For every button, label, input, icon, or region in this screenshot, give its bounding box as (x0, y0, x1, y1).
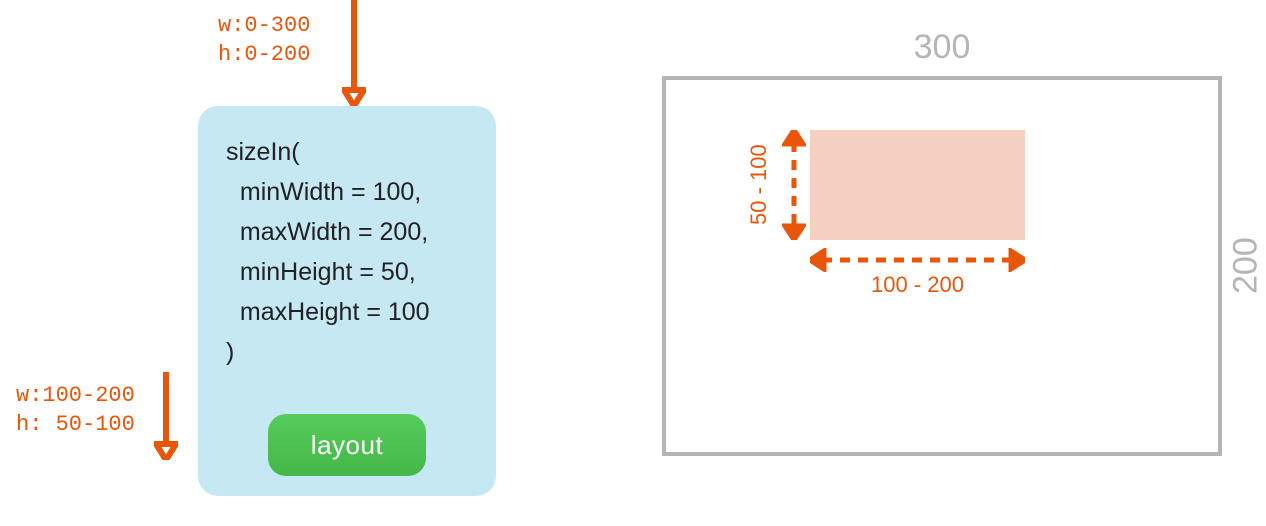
outer-box-width-label: 300 (662, 28, 1222, 67)
layout-button-label: layout (311, 430, 383, 461)
arrow-down-icon (342, 0, 366, 106)
outgoing-constraints-label: w:100-200 h: 50-100 (16, 382, 135, 439)
incoming-height-line: h:0-200 (218, 42, 310, 67)
code-text: sizeIn( minWidth = 100, maxWidth = 200, … (226, 132, 468, 372)
vertical-double-arrow-icon (782, 130, 806, 240)
height-range-label: 50 - 100 (740, 130, 778, 240)
width-range-label: 100 - 200 (810, 272, 1025, 298)
arrow-down-icon (154, 372, 178, 460)
outgoing-height-line: h: 50-100 (16, 412, 135, 437)
incoming-width-line: w:0-300 (218, 13, 310, 38)
incoming-constraints-label: w:0-300 h:0-200 (218, 12, 310, 69)
size-visualization-panel: 300 200 50 - 100 100 - 200 (640, 0, 1266, 526)
outer-box-height-label: 200 (1222, 76, 1266, 456)
sizein-code-card: sizeIn( minWidth = 100, maxWidth = 200, … (198, 106, 496, 496)
horizontal-double-arrow-icon (810, 248, 1025, 272)
layout-button[interactable]: layout (268, 414, 426, 476)
outgoing-width-line: w:100-200 (16, 383, 135, 408)
sizein-result-rect (810, 130, 1025, 240)
constraints-flow-panel: w:0-300 h:0-200 sizeIn( minWidth = 100, … (0, 0, 540, 526)
